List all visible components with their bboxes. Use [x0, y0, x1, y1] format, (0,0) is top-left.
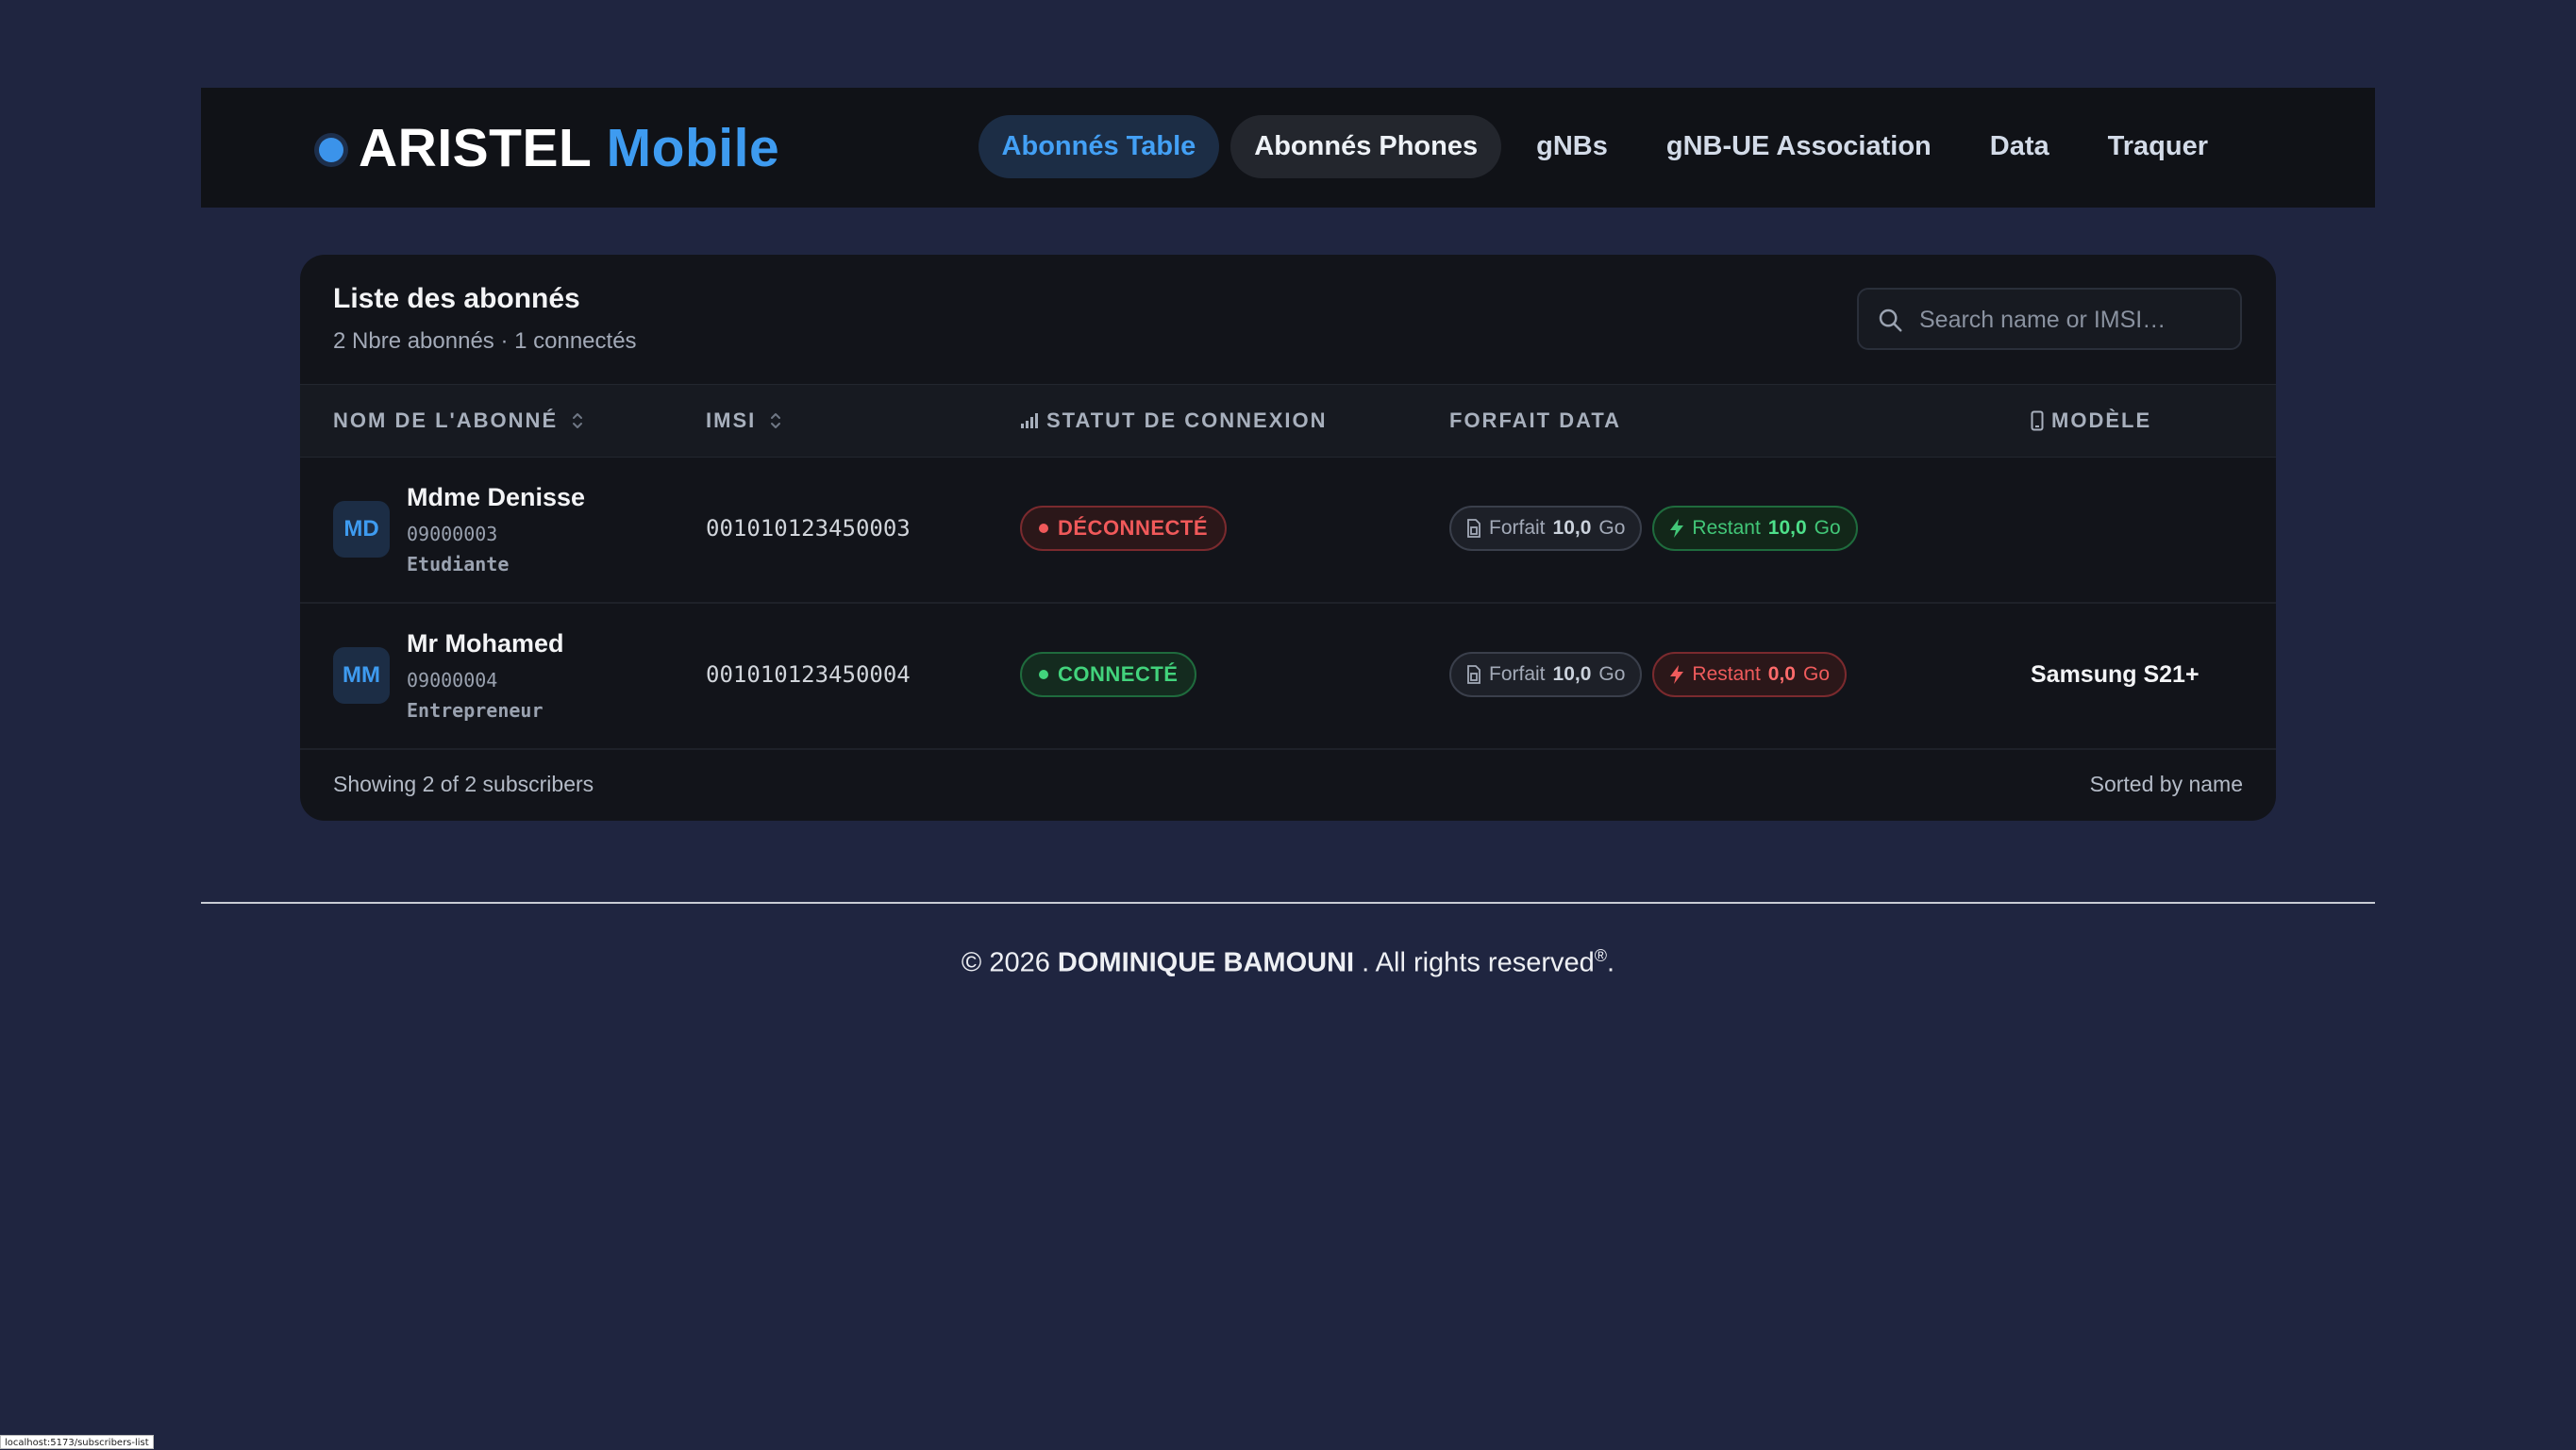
- status-badge: CONNECTÉ: [1020, 652, 1197, 697]
- phone-icon: [2031, 410, 2044, 431]
- copyright-suffix: . All rights reserved: [1362, 947, 1595, 978]
- browser-status-url: localhost:5173/subscribers-list: [0, 1435, 154, 1449]
- status-dot-icon: [1039, 524, 1048, 533]
- main-nav: Abonnés Table Abonnés Phones gNBs gNB-UE…: [978, 115, 2232, 178]
- copyright-end: .: [1607, 947, 1615, 978]
- restant-value: 0,0: [1767, 663, 1796, 685]
- status-label: CONNECTÉ: [1058, 662, 1179, 686]
- nav-gnbs[interactable]: gNBs: [1513, 115, 1631, 178]
- forfait-pill: Forfait 10,0 Go: [1449, 506, 1643, 551]
- nav-gnb-ue-association[interactable]: gNB-UE Association: [1643, 115, 1955, 178]
- col-imsi-label: IMSI: [706, 408, 757, 432]
- restant-unit: Go: [1802, 663, 1830, 685]
- subscriber-model: Samsung S21+: [2031, 661, 2200, 688]
- subscriber-msisdn: 09000004: [407, 669, 498, 692]
- subscriber-name: Mr Mohamed: [407, 629, 564, 658]
- search-input[interactable]: [1917, 290, 2233, 350]
- subscriber-imsi: 001010123450003: [706, 515, 911, 542]
- search-icon: [1879, 308, 1902, 332]
- top-navbar: ARISTEL Mobile Abonnés Table Abonnés Pho…: [201, 88, 2375, 208]
- subscriber-imsi: 001010123450004: [706, 661, 911, 688]
- col-imsi-header[interactable]: IMSI: [706, 385, 782, 457]
- nav-data[interactable]: Data: [1966, 115, 2073, 178]
- sort-icon[interactable]: [769, 411, 782, 430]
- brand-name: ARISTEL: [359, 117, 592, 178]
- lightning-icon: [1669, 518, 1684, 539]
- avatar: MD: [333, 501, 390, 558]
- col-name-header[interactable]: NOM DE L'ABONNÉ: [333, 385, 584, 457]
- forfait-value: 10,0: [1552, 663, 1592, 685]
- forfait-value: 10,0: [1552, 517, 1592, 539]
- restant-label: Restant: [1692, 663, 1761, 685]
- nav-abonnes-phones[interactable]: Abonnés Phones: [1230, 115, 1502, 178]
- brand-title: ARISTEL Mobile: [359, 117, 779, 179]
- status-label: DÉCONNECTÉ: [1058, 516, 1209, 540]
- forfait-unit: Go: [1598, 517, 1626, 539]
- restant-unit: Go: [1814, 517, 1841, 539]
- sort-icon[interactable]: [571, 411, 584, 430]
- showing-count: Showing 2 of 2 subscribers: [333, 772, 594, 796]
- sim-card-icon: [1466, 519, 1481, 538]
- lightning-icon: [1669, 664, 1684, 685]
- status-badge: DÉCONNECTÉ: [1020, 506, 1228, 551]
- forfait-label: Forfait: [1489, 517, 1546, 539]
- status-dot-icon: [1039, 670, 1048, 679]
- table-row[interactable]: MM Mr Mohamed 09000004 Entrepreneur 0010…: [300, 603, 2276, 750]
- col-forfait-label: FORFAIT DATA: [1449, 408, 1622, 432]
- brand[interactable]: ARISTEL Mobile: [319, 88, 779, 208]
- forfait-unit: Go: [1598, 663, 1626, 685]
- subscribers-card: Liste des abonnés 2 Nbre abonnés · 1 con…: [300, 255, 2276, 821]
- footer-divider: [201, 902, 2375, 904]
- search-box: [1857, 288, 2242, 350]
- col-forfait-header: FORFAIT DATA: [1449, 385, 1621, 457]
- forfait-pill: Forfait 10,0 Go: [1449, 652, 1643, 697]
- subscriber-profession: Entrepreneur: [407, 699, 544, 722]
- sort-info: Sorted by name: [2089, 772, 2243, 796]
- avatar: MM: [333, 647, 390, 704]
- nav-abonnes-table[interactable]: Abonnés Table: [978, 115, 1220, 178]
- data-plan: Forfait 10,0 Go Restant 0,0 Go: [1449, 652, 1847, 697]
- table-header: NOM DE L'ABONNÉ IMSI STATUT DE CONNEXION…: [300, 384, 2276, 458]
- sim-card-icon: [1466, 665, 1481, 684]
- subscriber-name: Mdme Denisse: [407, 483, 586, 511]
- registered-mark: ®: [1594, 946, 1608, 965]
- card-subtitle: 2 Nbre abonnés · 1 connectés: [333, 328, 637, 354]
- status-dot-icon: [319, 137, 343, 162]
- subscriber-msisdn: 09000003: [407, 523, 498, 545]
- col-model-header: MODÈLE: [2031, 385, 2151, 457]
- brand-accent: Mobile: [606, 117, 780, 178]
- page-footer: © 2026 DOMINIQUE BAMOUNI . All rights re…: [0, 946, 2576, 979]
- copyright-author: DOMINIQUE BAMOUNI: [1057, 947, 1355, 978]
- col-model-label: MODÈLE: [2051, 408, 2152, 432]
- restant-value: 10,0: [1767, 517, 1807, 539]
- restant-pill: Restant 0,0 Go: [1652, 652, 1847, 697]
- restant-label: Restant: [1692, 517, 1761, 539]
- col-status-header: STATUT DE CONNEXION: [1020, 385, 1328, 457]
- nav-traquer[interactable]: Traquer: [2084, 115, 2232, 178]
- card-title: Liste des abonnés: [333, 283, 580, 314]
- restant-pill: Restant 10,0 Go: [1652, 506, 1858, 551]
- copyright-prefix: © 2026: [961, 947, 1050, 978]
- table-row[interactable]: MD Mdme Denisse 09000003 Etudiante 00101…: [300, 457, 2276, 604]
- col-name-label: NOM DE L'ABONNÉ: [333, 408, 559, 432]
- forfait-label: Forfait: [1489, 663, 1546, 685]
- col-status-label: STATUT DE CONNEXION: [1046, 408, 1328, 432]
- signal-bars-icon: [1020, 412, 1039, 429]
- subscriber-profession: Etudiante: [407, 553, 510, 575]
- data-plan: Forfait 10,0 Go Restant 10,0 Go: [1449, 506, 1858, 551]
